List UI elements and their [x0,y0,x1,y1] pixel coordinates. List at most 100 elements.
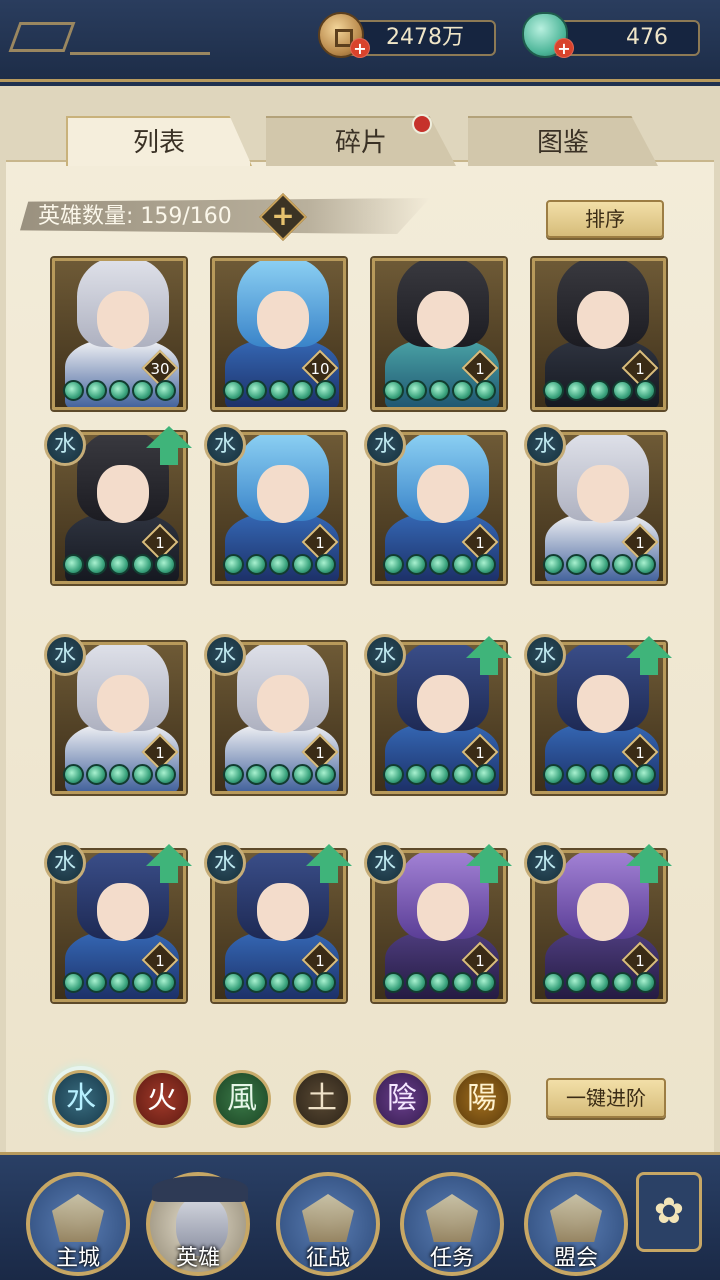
hero-star-rating [223,972,336,993]
jade-star-icon [246,380,267,401]
hero-level: 1 [315,744,325,762]
jade-star-icon [292,764,313,785]
straw-hat-icon [152,1176,248,1202]
hero-card[interactable]: 1 [372,258,506,410]
jade-star-icon [635,972,656,993]
jade-star-icon [315,972,336,993]
jade-star-icon [612,972,633,993]
hero-face [97,465,149,523]
hero-star-rating [383,972,496,993]
hero-face [97,675,149,733]
hero-face [257,465,309,523]
jade-star-icon [86,972,107,993]
jade-star-icon [223,972,244,993]
gem-counter: 476 [552,20,700,56]
hero-level: 1 [475,952,485,970]
filter-fire-button[interactable]: 火 [133,1070,191,1128]
plus-icon[interactable]: + [266,199,300,233]
hero-level: 1 [475,744,485,762]
upgrade-arrow-icon [466,844,512,884]
jade-star-icon [269,764,290,785]
hero-face [97,291,149,349]
jade-star-icon [475,972,496,993]
jade-star-icon [383,764,404,785]
jade-star-icon [452,554,473,575]
jade-star-icon [566,380,587,401]
water-element-icon: 水 [204,634,246,676]
hero-card[interactable]: 1 [532,258,666,410]
jade-star-icon [429,380,450,401]
jade-star-icon [132,764,153,785]
hero-card[interactable]: 30 [52,258,186,410]
jade-star-icon [429,554,450,575]
hero-face [417,291,469,349]
jade-star-icon [566,554,587,575]
jade-star-icon [109,554,130,575]
tab-codex[interactable]: 图鉴 [468,116,658,166]
title-underline [70,52,210,55]
hero-level: 1 [315,534,325,552]
hero-level: 1 [155,952,165,970]
hero-card[interactable]: 10 [212,258,346,410]
hero-face [257,291,309,349]
filter-yin-button[interactable]: 陰 [373,1070,431,1128]
jade-star-icon [406,554,427,575]
hero-star-rating [543,380,656,401]
hero-level: 1 [635,952,645,970]
filter-yang-button[interactable]: 陽 [453,1070,511,1128]
hero-star-rating [63,554,176,575]
nav-label-campaign: 征战 [305,1246,350,1271]
jade-star-icon [132,380,153,401]
add-gems-button[interactable]: + [554,38,574,58]
back-emblem-icon[interactable] [8,22,76,52]
jade-star-icon [589,554,610,575]
water-element-icon: 水 [204,424,246,466]
jade-star-icon [612,554,633,575]
hero-face [577,675,629,733]
filter-water-button[interactable]: 水 [52,1070,110,1128]
jade-star-icon [315,380,336,401]
hero-star-rating [543,554,656,575]
guild-pavilion-icon [550,1194,602,1242]
jade-star-icon [155,972,176,993]
add-coins-button[interactable]: + [350,38,370,58]
city-gate-icon [52,1194,104,1242]
nav-label-heroes: 英雄 [175,1246,220,1271]
jade-star-icon [155,764,176,785]
water-element-icon: 水 [524,842,566,884]
tab-list[interactable]: 列表 [66,116,252,166]
jade-star-icon [452,972,473,993]
hero-face [577,465,629,523]
water-element-icon: 水 [364,634,406,676]
filter-wind-button[interactable]: 風 [213,1070,271,1128]
auto-advance-button[interactable]: 一键进阶 [546,1078,666,1118]
jade-star-icon [589,380,610,401]
jade-star-icon [406,380,427,401]
hero-face [257,675,309,733]
hero-star-rating [223,554,336,575]
jade-star-icon [109,380,130,401]
hero-level: 1 [155,534,165,552]
jade-star-icon [246,554,267,575]
upgrade-arrow-icon [626,844,672,884]
hero-face [97,883,149,941]
hero-face [577,291,629,349]
jade-star-icon [543,380,564,401]
water-element-icon: 水 [204,842,246,884]
sort-button[interactable]: 排序 [546,200,664,238]
jade-star-icon [612,380,633,401]
jade-star-icon [246,764,267,785]
jade-star-icon [543,972,564,993]
water-element-icon: 水 [44,424,86,466]
hero-face [257,883,309,941]
jade-star-icon [315,764,336,785]
filter-earth-button[interactable]: 土 [293,1070,351,1128]
jade-star-icon [86,764,107,785]
jade-star-icon [543,554,564,575]
upgrade-arrow-icon [146,844,192,884]
jade-star-icon [223,554,244,575]
jade-star-icon [292,972,313,993]
more-menu-button[interactable]: ✿ [636,1172,702,1252]
jade-star-icon [63,972,84,993]
jade-star-icon [475,380,496,401]
